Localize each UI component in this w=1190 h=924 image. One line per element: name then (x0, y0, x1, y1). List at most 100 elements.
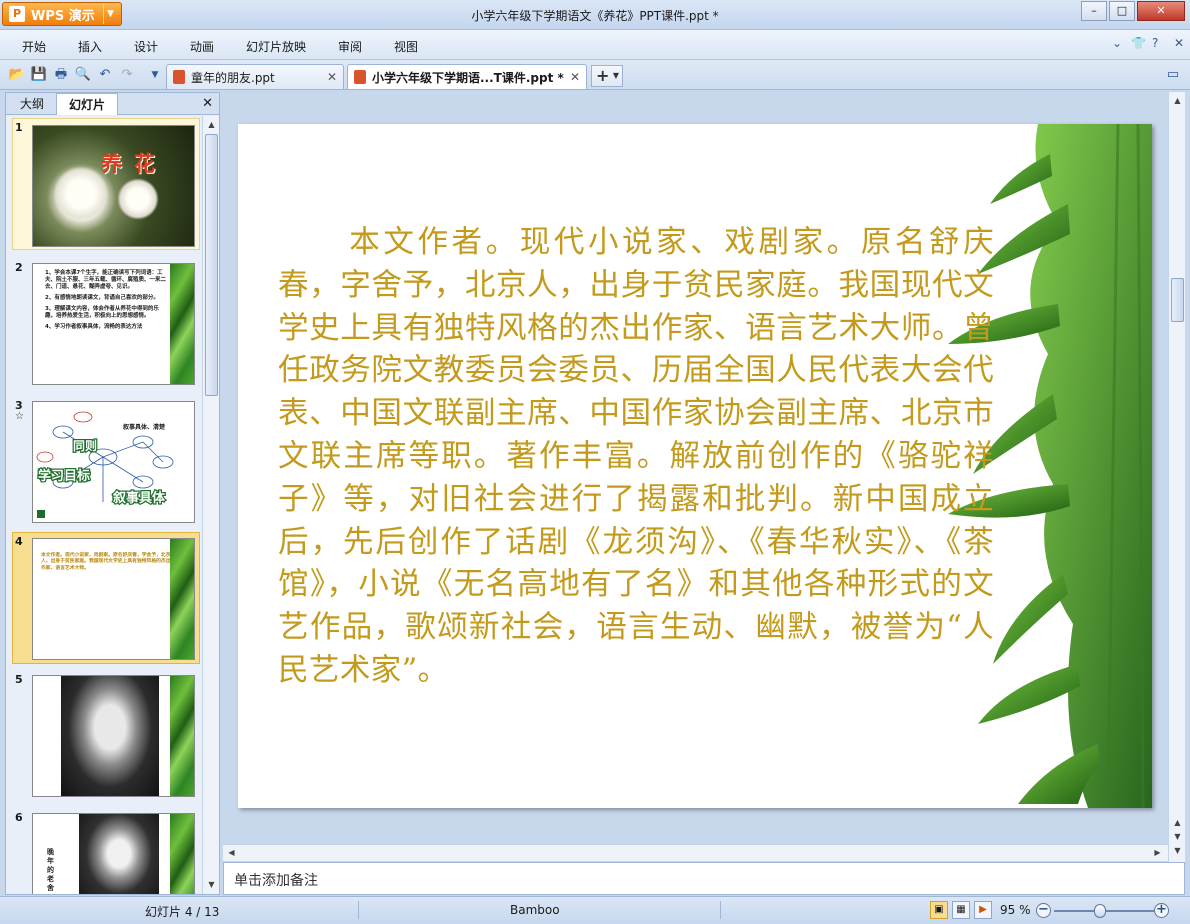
undo-icon[interactable]: ↶ (96, 66, 114, 84)
bamboo-decoration (170, 264, 194, 384)
zoom-in-button[interactable]: + (1154, 903, 1169, 918)
document-tab-bar: 📂 💾 🖶 🔍 ↶ ↷ ▼ 童年的朋友.ppt ✕ 小学六年级下学期语...T课… (0, 60, 1190, 90)
menu-home[interactable]: 开始 (22, 38, 46, 55)
thumb-objectives: 1、学会本课7个生字，能正确读写下列词语：工夫、院土不服、三年五载、循环、腐殖质… (45, 270, 167, 331)
zoom-level: 95 % (1000, 903, 1031, 917)
scroll-up-icon[interactable]: ▲ (1171, 94, 1184, 107)
menu-slideshow[interactable]: 幻灯片放映 (246, 38, 306, 55)
thumb-objective: 4、学习作者叙事具体，流畅的表达方法 (45, 324, 143, 330)
slide-thumbnail-4[interactable]: 4 本文作者。现代小说家、戏剧家。原名舒庆春，字舍予，北京人，出身于贫民家庭。我… (12, 532, 200, 664)
next-slide-icon[interactable]: ▼ (1171, 830, 1184, 843)
thumb-number: 2 (15, 261, 23, 274)
slide-sorter-view-button[interactable]: ▦ (952, 901, 970, 919)
animation-star-icon: ☆ (15, 411, 24, 422)
status-divider (358, 901, 359, 919)
slide-thumbnail-1[interactable]: 1 养花 (12, 118, 200, 250)
thumbnail-scrollbar[interactable]: ▲ ▼ (202, 116, 219, 894)
open-folder-icon[interactable]: 📂 (8, 66, 26, 84)
scroll-left-icon[interactable]: ◀ (225, 846, 238, 859)
svg-text:学习目标: 学习目标 (38, 468, 90, 484)
tab-document-2[interactable]: 小学六年级下学期语...T课件.ppt * ✕ (347, 64, 587, 89)
bamboo-decoration (170, 539, 194, 659)
thumb-caption: 晚年的老舍 (47, 848, 54, 892)
mindmap-diagram: 学习目标 叙事具体 同则 (36, 411, 174, 518)
menu-animation[interactable]: 动画 (190, 38, 214, 55)
tab-label: 小学六年级下学期语...T课件.ppt * (372, 70, 564, 85)
panel-tabs: 大纲 幻灯片 ✕ (6, 93, 219, 115)
slide-body-text[interactable]: 本文作者。现代小说家、戏剧家。原名舒庆春，字舍予，北京人，出身于贫民家庭。我国现… (278, 222, 994, 693)
slide-vertical-scrollbar[interactable]: ▲ ▲ ▼ ▼ (1168, 92, 1185, 862)
wps-logo-icon: P (9, 6, 25, 22)
new-tab-button[interactable]: + ▼ (591, 65, 623, 87)
thumb-number: 1 (15, 121, 23, 134)
menu-design[interactable]: 设计 (134, 38, 158, 55)
help-icon[interactable]: ? (1152, 36, 1158, 50)
scrollbar-thumb[interactable] (1171, 278, 1184, 322)
menu-insert[interactable]: 插入 (78, 38, 102, 55)
thumb-image: 1、学会本课7个生字，能正确读写下列词语：工夫、院土不服、三年五载、循环、腐殖质… (32, 263, 195, 385)
skin-icon[interactable]: 👕 (1131, 36, 1146, 50)
thumb-title: 养花 (101, 152, 167, 176)
thumb-image: 养花 (32, 125, 195, 247)
close-doc-icon[interactable]: ✕ (1174, 36, 1184, 50)
slide-thumbnail-3[interactable]: 3 ☆ 学习目标 叙事具体 同则 叙事具体、清楚 (12, 396, 200, 526)
menu-review[interactable]: 审阅 (338, 38, 362, 55)
slide-thumbnail-6[interactable]: 6 晚年的老舍 (12, 808, 200, 894)
status-bar: 幻灯片 4 / 13 Bamboo ▣ ▦ ▶ 95 % − + (0, 896, 1190, 924)
zoom-out-button[interactable]: − (1036, 903, 1051, 918)
minimize-button[interactable]: – (1081, 1, 1107, 21)
thumb-image: 学习目标 叙事具体 同则 叙事具体、清楚 (32, 401, 195, 523)
collapse-ribbon-icon[interactable]: ⌄ (1112, 36, 1122, 50)
close-panel-icon[interactable]: ✕ (202, 96, 213, 111)
menu-view[interactable]: 视图 (394, 38, 418, 55)
previous-slide-icon[interactable]: ▲ (1171, 816, 1184, 829)
slide-thumbnail-2[interactable]: 2 1、学会本课7个生字，能正确读写下列词语：工夫、院土不服、三年五载、循环、腐… (12, 258, 200, 388)
ppt-file-icon (173, 70, 185, 84)
slides-panel: 大纲 幻灯片 ✕ 1 养花 2 1、学会本课7个生字，能正确读写下列词语：工夫、… (5, 92, 220, 895)
window-title: 小学六年级下学期语文《养花》PPT课件.ppt * (471, 9, 719, 23)
slideshow-view-button[interactable]: ▶ (974, 901, 992, 919)
scroll-up-icon[interactable]: ▲ (205, 118, 218, 131)
theme-name: Bamboo (510, 903, 560, 917)
print-preview-icon[interactable]: 🔍 (74, 66, 92, 84)
print-icon[interactable]: 🖶 (52, 66, 70, 84)
customize-toolbar-icon[interactable]: ▼ (146, 66, 164, 84)
slide-canvas[interactable]: 本文作者。现代小说家、戏剧家。原名舒庆春，字舍予，北京人，出身于贫民家庭。我国现… (238, 124, 1152, 808)
zoom-slider-handle[interactable] (1094, 904, 1106, 918)
status-divider (720, 901, 721, 919)
bamboo-decoration (170, 676, 194, 796)
thumb-number: 6 (15, 811, 23, 824)
restore-layout-icon[interactable]: ▭ (1164, 66, 1182, 84)
scrollbar-thumb[interactable] (205, 134, 218, 396)
slide-thumbnail-5[interactable]: 5 (12, 670, 200, 800)
redo-icon[interactable]: ↷ (118, 66, 136, 84)
wps-menu-button[interactable]: P WPS 演示 ▼ (2, 2, 122, 26)
chevron-down-icon: ▼ (103, 4, 117, 24)
thumb-objective: 2、有感情地朗读课文，背诵自己喜欢的部分。 (45, 295, 159, 301)
thumb-image: 本文作者。现代小说家、戏剧家。原名舒庆春，字舍予，北京人，出身于贫民家庭。我国现… (32, 538, 195, 660)
close-tab-icon[interactable]: ✕ (570, 70, 580, 84)
close-tab-icon[interactable]: ✕ (327, 70, 337, 84)
tab-slides[interactable]: 幻灯片 (56, 93, 118, 115)
normal-view-button[interactable]: ▣ (930, 901, 948, 919)
close-window-button[interactable]: ✕ (1137, 1, 1185, 21)
thumb-label: 叙事具体、清楚 (123, 424, 166, 431)
scroll-down-icon[interactable]: ▼ (205, 878, 218, 891)
tab-document-1[interactable]: 童年的朋友.ppt ✕ (166, 64, 344, 89)
save-icon[interactable]: 💾 (30, 66, 48, 84)
paragraph-text: 本文作者。现代小说家、戏剧家。原名舒庆春，字舍予，北京人，出身于贫民家庭。我国现… (278, 225, 994, 688)
ppt-file-icon (354, 70, 366, 84)
maximize-button[interactable]: □ (1109, 1, 1135, 21)
bamboo-decoration (170, 814, 194, 894)
scroll-right-icon[interactable]: ▶ (1151, 846, 1164, 859)
ribbon-menu-bar: 开始 插入 设计 动画 幻灯片放映 审阅 视图 ⌄ 👕 ? ✕ (0, 30, 1190, 60)
thumb-image: 晚年的老舍 (32, 813, 195, 894)
slide-counter: 幻灯片 4 / 13 (145, 905, 220, 919)
scroll-down-icon[interactable]: ▼ (1171, 844, 1184, 857)
notes-pane[interactable]: 单击添加备注 (223, 862, 1185, 895)
slide-horizontal-scrollbar[interactable]: ◀ ▶ (223, 844, 1168, 861)
tab-outline[interactable]: 大纲 (10, 93, 54, 115)
flower-shape (117, 178, 159, 220)
notes-placeholder: 单击添加备注 (234, 873, 318, 889)
portrait-photo (79, 814, 159, 894)
